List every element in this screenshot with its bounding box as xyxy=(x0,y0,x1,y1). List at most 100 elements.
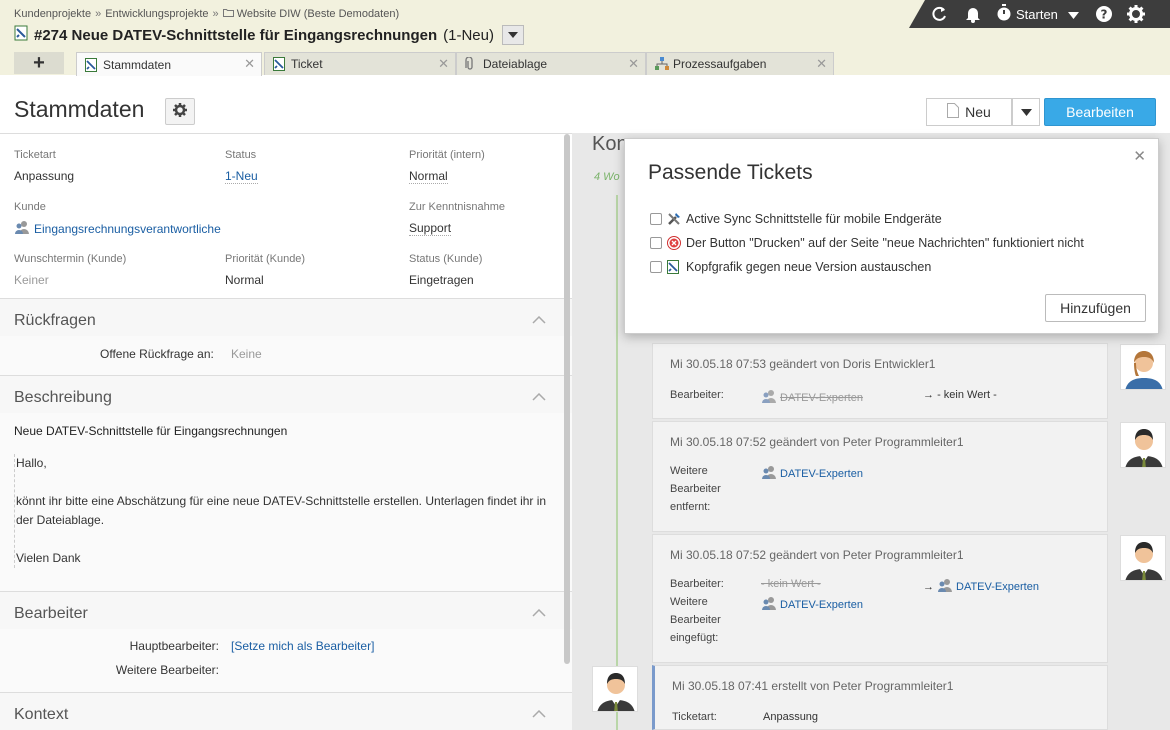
ticketart-value[interactable]: Anpassung xyxy=(14,169,74,183)
ticket-option[interactable]: Kopfgrafik gegen neue Version austausche… xyxy=(650,260,931,274)
tab-stammdaten[interactable]: Stammdaten ✕ xyxy=(76,52,262,76)
entry-header: Mi 30.05.18 07:52 geändert von Peter Pro… xyxy=(670,435,964,449)
section-title: Beschreibung xyxy=(14,389,112,406)
add-tab-button[interactable]: + xyxy=(14,52,64,74)
ticket-option-label: Kopfgrafik gegen neue Version austausche… xyxy=(686,260,932,274)
avatar[interactable] xyxy=(1120,422,1166,468)
svg-text:?: ? xyxy=(1101,8,1108,22)
breadcrumb-item[interactable]: Entwicklungsprojekte xyxy=(105,8,208,20)
section-beschreibung-header[interactable]: Beschreibung xyxy=(0,375,572,413)
start-button[interactable]: Starten xyxy=(996,0,1079,28)
field-label: Ticketart xyxy=(14,149,56,161)
tab-label: Stammdaten xyxy=(103,57,172,72)
refresh-icon[interactable] xyxy=(930,0,948,28)
bell-icon[interactable] xyxy=(965,0,981,28)
matching-tickets-dialog: Passende Tickets ✕ Active Sync Schnittst… xyxy=(624,138,1159,334)
old-value-text: DATEV-Experten xyxy=(780,391,863,404)
chevron-up-icon[interactable] xyxy=(532,705,546,721)
new-dropdown-button[interactable] xyxy=(1012,98,1040,126)
new-button[interactable]: Neu xyxy=(926,98,1012,126)
section-bearbeiter-header[interactable]: Bearbeiter xyxy=(0,591,572,629)
left-scrollbar[interactable] xyxy=(564,134,570,664)
open-question-value[interactable]: Keine xyxy=(231,347,262,361)
new-value-text: - kein Wert - xyxy=(937,389,997,401)
entry-value[interactable]: DATEV-Experten xyxy=(761,465,863,482)
entry-field-label: Bearbeiter: xyxy=(670,389,724,401)
description-text[interactable]: Hallo, könnt ihr bitte eine Abschätzung … xyxy=(14,454,554,568)
chevron-down-icon xyxy=(1067,7,1079,22)
main-toolbar: Starten ? xyxy=(909,0,1170,28)
checkbox[interactable] xyxy=(650,261,662,273)
description-paragraph: Hallo, xyxy=(16,456,47,470)
close-icon[interactable]: ✕ xyxy=(1133,147,1146,165)
field-label: Priorität (Kunde) xyxy=(225,253,306,265)
tab-prozessaufgaben[interactable]: Prozessaufgaben ✕ xyxy=(646,52,834,75)
ticket-icon xyxy=(14,25,28,45)
due-date-value[interactable]: Keiner xyxy=(14,273,49,287)
close-icon[interactable]: ✕ xyxy=(438,56,449,72)
description-heading: Neue DATEV-Schnittstelle für Eingangsrec… xyxy=(14,424,288,438)
user-group-icon xyxy=(761,389,777,406)
value-text: DATEV-Experten xyxy=(780,467,863,480)
stopwatch-icon xyxy=(996,3,1012,25)
settings-gear-icon[interactable] xyxy=(1127,0,1145,28)
priority-customer-value[interactable]: Normal xyxy=(225,273,264,287)
breadcrumb-item[interactable]: Website DIW (Beste Demodaten) xyxy=(237,8,399,20)
field-label: Kunde xyxy=(14,201,46,213)
customer-value[interactable]: Eingangsrechnungsverantwortliche xyxy=(14,220,221,238)
entry-new-value[interactable]: → DATEV-Experten xyxy=(923,578,1039,595)
section-settings-button[interactable] xyxy=(165,98,195,125)
field-label: Wunschtermin (Kunde) xyxy=(14,253,127,265)
label-line: Weitere xyxy=(670,465,708,477)
ticket-option[interactable]: Der Button "Drucken" auf der Seite "neue… xyxy=(650,236,1084,250)
status-value[interactable]: 1-Neu xyxy=(225,169,258,184)
tab-ticket[interactable]: Ticket ✕ xyxy=(264,52,456,75)
checkbox[interactable] xyxy=(650,237,662,249)
entry-value[interactable]: DATEV-Experten xyxy=(761,596,863,613)
chevron-up-icon[interactable] xyxy=(532,604,546,620)
chevron-up-icon[interactable] xyxy=(532,311,546,327)
user-group-icon xyxy=(937,578,953,595)
new-value-text: DATEV-Experten xyxy=(956,580,1039,593)
close-icon[interactable]: ✕ xyxy=(244,56,255,72)
add-button[interactable]: Hinzufügen xyxy=(1045,294,1146,322)
set-me-assignee-link[interactable]: [Setze mich als Bearbeiter] xyxy=(231,639,374,653)
edit-button[interactable]: Bearbeiten xyxy=(1044,98,1156,126)
label-line: entfernt: xyxy=(670,501,711,513)
breadcrumb: Kundenprojekte» Entwicklungsprojekte» Web… xyxy=(14,8,400,20)
open-question-label: Offene Rückfrage an: xyxy=(100,347,214,361)
help-icon[interactable]: ? xyxy=(1095,0,1113,28)
section-kontext-header[interactable]: Kontext xyxy=(0,692,572,730)
chevron-up-icon[interactable] xyxy=(532,388,546,404)
status-customer-value[interactable]: Eingetragen xyxy=(409,273,474,287)
ticket-option[interactable]: Active Sync Schnittstelle für mobile End… xyxy=(650,212,942,226)
tab-dateiablage[interactable]: Dateiablage ✕ xyxy=(456,52,646,75)
checkbox[interactable] xyxy=(650,213,662,225)
avatar[interactable] xyxy=(1120,535,1166,581)
field-label: Zur Kenntnisnahme xyxy=(409,201,505,213)
cc-value[interactable]: Support xyxy=(409,221,452,236)
entry-new-value: → - kein Wert - xyxy=(923,389,997,401)
entry-old-value: - kein Wert - xyxy=(761,578,821,590)
priority-intern-value[interactable]: Normal xyxy=(409,169,448,184)
master-data-panel: Ticketart Anpassung Status 1-Neu Priorit… xyxy=(0,133,572,730)
timeline-entry: Mi 30.05.18 07:52 geändert von Peter Pro… xyxy=(652,534,1108,663)
avatar[interactable] xyxy=(592,666,638,712)
user-group-icon xyxy=(14,220,30,238)
close-icon[interactable]: ✕ xyxy=(628,56,639,72)
folder-icon xyxy=(222,8,234,20)
ticket-icon xyxy=(85,57,97,72)
entry-header: Mi 30.05.18 07:52 geändert von Peter Pro… xyxy=(670,548,964,562)
paperclip-icon xyxy=(465,56,477,71)
tab-label: Dateiablage xyxy=(483,57,548,71)
ticket-number-title: #274 Neue DATEV-Schnittstelle für Eingan… xyxy=(34,26,438,44)
avatar[interactable] xyxy=(1120,344,1166,390)
arrow-right-icon: → xyxy=(923,580,934,593)
breadcrumb-item[interactable]: Kundenprojekte xyxy=(14,8,91,20)
title-dropdown-button[interactable] xyxy=(502,25,524,45)
start-label: Starten xyxy=(1016,6,1058,22)
close-icon[interactable]: ✕ xyxy=(816,56,827,72)
user-group-icon xyxy=(761,596,777,613)
entry-field-label: Ticketart: xyxy=(672,711,717,723)
section-rueckfragen-header[interactable]: Rückfragen xyxy=(0,298,572,336)
